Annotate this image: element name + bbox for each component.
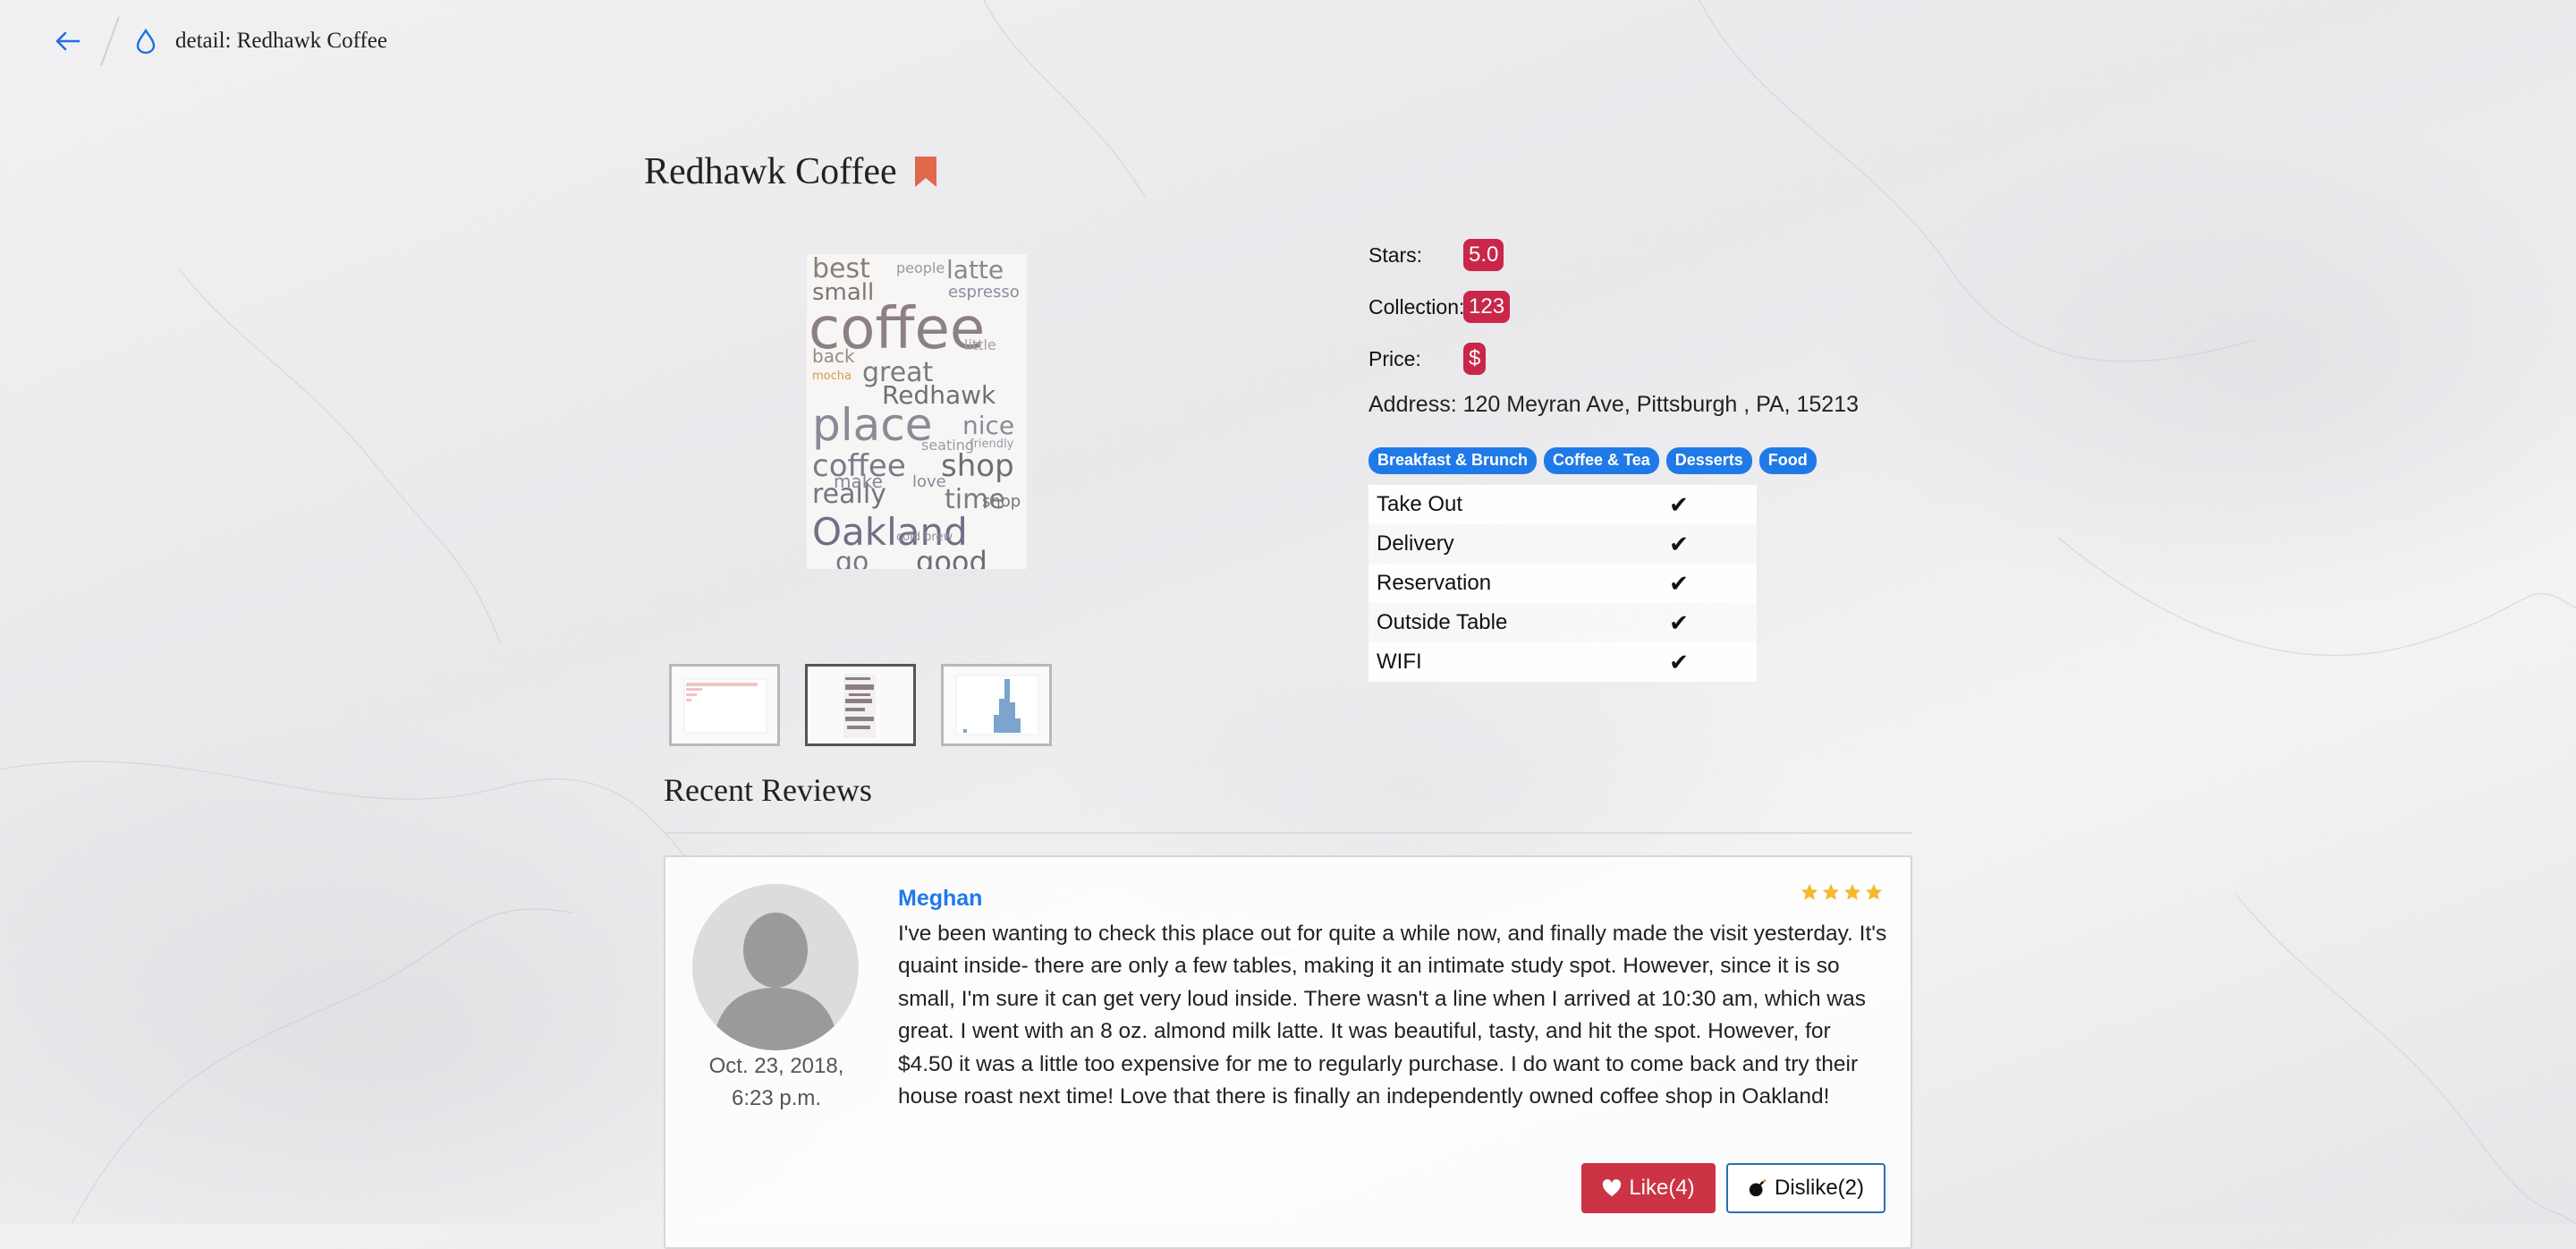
dislike-label: Dislike(2) — [1774, 1176, 1864, 1200]
stars-badge: 5.0 — [1463, 239, 1504, 271]
check-icon: ✔ — [1669, 490, 1689, 518]
amenity-name: Delivery — [1377, 531, 1454, 556]
price-row: Price: $ — [1368, 333, 1923, 385]
amenity-row: Reservation ✔ — [1368, 564, 1757, 603]
category-tag[interactable]: Breakfast & Brunch — [1368, 447, 1538, 474]
like-button[interactable]: Like(4) — [1581, 1163, 1716, 1213]
wordcloud-word: place — [812, 399, 933, 451]
histogram-thumbnail[interactable] — [941, 664, 1052, 746]
wordcloud-word: go — [835, 547, 869, 570]
like-label: Like(4) — [1629, 1176, 1695, 1200]
business-info: Stars: 5.0 Collection: 123 Price: $ — [1368, 229, 1923, 385]
dislike-button[interactable]: Dislike(2) — [1726, 1163, 1885, 1213]
amenity-row: WIFI ✔ — [1368, 642, 1757, 682]
amenity-row: Delivery ✔ — [1368, 524, 1757, 564]
review-date-line: Oct. 23, 2018, — [708, 1054, 844, 1078]
collection-badge: 123 — [1463, 291, 1511, 323]
star-rating — [1800, 882, 1884, 902]
arrow-left-icon[interactable] — [54, 27, 82, 55]
stars-row: Stars: 5.0 — [1368, 229, 1923, 281]
bomb-icon — [1749, 1179, 1767, 1197]
amenity-name: Take Out — [1377, 492, 1463, 516]
star-icon — [1801, 883, 1818, 900]
wordcloud-word: shop — [982, 492, 1021, 511]
amenity-name: Outside Table — [1377, 610, 1508, 634]
category-tag[interactable]: Food — [1758, 447, 1817, 474]
category-tags: Breakfast & Brunch Coffee & Tea Desserts… — [1368, 447, 1817, 474]
wordcloud-word: love — [912, 472, 946, 491]
title-row: Redhawk Coffee — [644, 150, 938, 193]
review-card: Oct. 23, 2018, 6:23 p.m. Meghan I've bee… — [664, 855, 1912, 1249]
check-icon: ✔ — [1669, 569, 1689, 597]
wordcloud-word: nice — [962, 411, 1015, 440]
address: Address: 120 Meyran Ave, Pittsburgh , PA… — [1368, 392, 1860, 417]
wordcloud-image: best people latte small espresso coffee … — [807, 254, 1027, 569]
star-icon — [1843, 883, 1861, 900]
star-icon — [1822, 883, 1840, 900]
wordcloud-word: latte — [946, 255, 1004, 285]
wordcloud-thumbnail[interactable] — [805, 664, 916, 746]
amenities-table: Take Out ✔ Delivery ✔ Reservation ✔ Outs… — [1368, 485, 1757, 682]
avatar — [692, 884, 859, 1050]
reviewer-name[interactable]: Meghan — [898, 886, 982, 912]
breadcrumb-text: detail: Redhawk Coffee — [175, 29, 387, 53]
category-tag[interactable]: Coffee & Tea — [1544, 447, 1659, 474]
collection-label: Collection: — [1368, 294, 1465, 319]
price-label: Price: — [1368, 346, 1421, 370]
reviews-heading: Recent Reviews — [664, 772, 872, 808]
bar-chart-thumbnail[interactable] — [669, 664, 780, 746]
check-icon: ✔ — [1669, 530, 1689, 557]
amenity-row: Take Out ✔ — [1368, 485, 1757, 524]
wordcloud-word: cold brew — [896, 531, 953, 544]
check-icon: ✔ — [1669, 648, 1689, 675]
wordcloud-word: back — [812, 345, 855, 367]
wordcloud-word: mocha — [812, 370, 852, 383]
category-tag[interactable]: Desserts — [1665, 447, 1752, 474]
amenity-name: Reservation — [1377, 571, 1492, 595]
wordcloud-word: friendly — [970, 438, 1014, 451]
wordcloud-word: people — [896, 259, 945, 276]
review-text: I've been wanting to check this place ou… — [898, 922, 1887, 1109]
wordcloud-word: seating — [921, 437, 974, 454]
wordcloud-word: shop — [941, 448, 1014, 484]
star-icon — [1865, 883, 1883, 900]
price-badge: $ — [1463, 343, 1487, 375]
bookmark-icon[interactable] — [913, 155, 938, 189]
check-icon: ✔ — [1669, 608, 1689, 636]
wordcloud-word: make — [834, 471, 883, 492]
review-date: Oct. 23, 2018, 6:23 p.m. — [685, 1050, 868, 1115]
water-drop-icon — [134, 27, 157, 55]
stars-label: Stars: — [1368, 242, 1423, 267]
wordcloud-word: little — [964, 336, 996, 353]
amenity-name: WIFI — [1377, 650, 1422, 674]
heart-icon — [1603, 1179, 1622, 1197]
wordcloud-word: good — [916, 545, 987, 569]
collection-row: Collection: 123 — [1368, 281, 1923, 333]
breadcrumb-divider — [100, 16, 120, 66]
breadcrumb: detail: Redhawk Coffee — [54, 16, 387, 66]
review-time-line: 6:23 p.m. — [731, 1086, 822, 1110]
reviews-divider — [664, 832, 1912, 834]
amenity-row: Outside Table ✔ — [1368, 603, 1757, 642]
thumbnail-strip — [669, 664, 1052, 746]
page-title: Redhawk Coffee — [644, 151, 897, 192]
